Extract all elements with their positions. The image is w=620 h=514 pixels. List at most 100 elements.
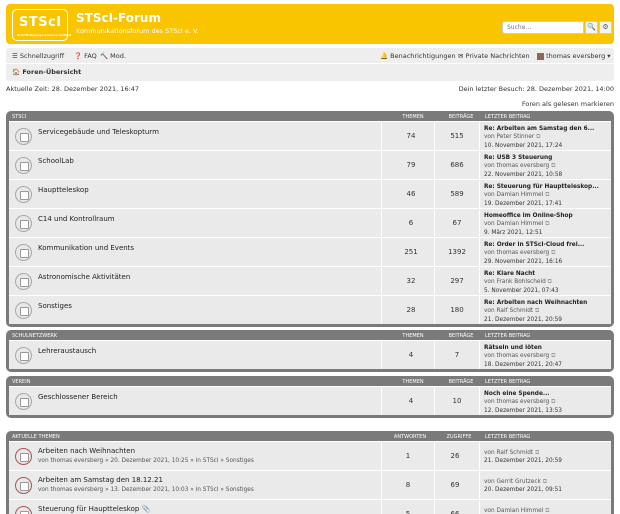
last-post-author[interactable]: von Damian Himmel bbox=[484, 508, 543, 514]
forum-title[interactable]: Kommunikation und Events bbox=[38, 244, 134, 252]
forum-row: C14 und Kontrollraum 6 67 Homeoffice im Onl… bbox=[9, 208, 611, 237]
category-title[interactable]: STSCI bbox=[12, 114, 26, 120]
site-logo[interactable]: STScI Schrift-Tagungs-Science-Institut bbox=[12, 9, 71, 41]
last-post-title[interactable]: Re: Klare Nacht bbox=[484, 270, 559, 278]
faq-link[interactable]: ❓ FAQ bbox=[74, 52, 97, 60]
count-2: 297 bbox=[450, 277, 464, 285]
username: thomas eversberg bbox=[546, 52, 606, 60]
count-2: 1392 bbox=[448, 248, 466, 256]
view-post-icon[interactable]: ⧉ bbox=[551, 399, 555, 405]
count-2: 10 bbox=[452, 397, 462, 405]
count-2: 515 bbox=[450, 132, 464, 140]
last-post: Re: USB 3 Steuerung von thomas eversberg … bbox=[484, 154, 562, 179]
count-2: 180 bbox=[450, 306, 464, 314]
view-post-icon[interactable]: ⧉ bbox=[545, 508, 549, 514]
last-post-author[interactable]: von Ralf Schmidt bbox=[484, 308, 533, 314]
view-post-icon[interactable]: ⧉ bbox=[551, 163, 555, 169]
category-title[interactable]: VEREIN bbox=[12, 379, 30, 385]
view-post-icon[interactable]: ⧉ bbox=[543, 479, 547, 485]
count-1: 28 bbox=[406, 306, 416, 314]
category-title[interactable]: AKTUELLE THEMEN bbox=[12, 434, 60, 440]
topic-title[interactable]: Arbeiten am Samstag den 18.12.21 bbox=[38, 476, 163, 484]
count-2: 7 bbox=[454, 351, 460, 359]
quicklinks-label: Schnellzugriff bbox=[19, 52, 65, 60]
col-header-3: LETZTER BEITRAG bbox=[485, 433, 531, 440]
mark-forums-read-link[interactable]: Foren als gelesen markieren bbox=[522, 100, 614, 108]
messages-link[interactable]: ✉ Private Nachrichten bbox=[458, 52, 530, 60]
last-post-author[interactable]: von thomas eversberg bbox=[484, 163, 549, 169]
forum-title[interactable]: Servicegebäude und Teleskopturm bbox=[38, 128, 159, 136]
forum-row: Kommunikation und Events 251 1392 Re: Order… bbox=[9, 237, 611, 266]
logo-text: STScI bbox=[19, 15, 62, 30]
forum-row: Sonstiges 28 180 Re: Arbeiten nach Weihnach… bbox=[9, 295, 611, 324]
forum-title[interactable]: Geschlossener Bereich bbox=[38, 393, 118, 401]
avatar bbox=[537, 52, 544, 60]
last-post-author[interactable]: von Frank Bohlscheid bbox=[484, 279, 546, 285]
forum-title[interactable]: SchoolLab bbox=[38, 157, 74, 165]
nav-top-row: ☰ Schnellzugriff ❓ FAQ 🔨 Mod. 🔔 Benachri… bbox=[6, 48, 614, 64]
category-block: AKTUELLE THEMEN ANTWORTEN ZUGRIFFE LETZTER … bbox=[6, 431, 614, 514]
forum-title[interactable]: C14 und Kontrollraum bbox=[38, 215, 115, 223]
col-header-3: LETZTER BEITRAG bbox=[485, 113, 531, 120]
navbar: ☰ Schnellzugriff ❓ FAQ 🔨 Mod. 🔔 Benachri… bbox=[6, 48, 614, 81]
forum-title[interactable]: Astronomische Aktivitäten bbox=[38, 273, 130, 281]
last-post-author[interactable]: von Damian Himmel bbox=[484, 192, 543, 198]
count-2: 26 bbox=[450, 452, 460, 460]
category-block: SCHULNETZWERK THEMEN BEITRÄGE LETZTER BEITR… bbox=[6, 330, 614, 372]
forum-title[interactable]: Lehreraustausch bbox=[38, 347, 96, 355]
last-post-author[interactable]: von Gerrit Grutzeck bbox=[484, 479, 541, 485]
forum-title[interactable]: Sonstiges bbox=[38, 302, 72, 310]
last-post-title[interactable]: Re: Order in STScI-Cloud frei... bbox=[484, 241, 584, 249]
view-post-icon[interactable]: ⧉ bbox=[535, 450, 539, 456]
last-post-author[interactable]: von Damian Himmel bbox=[484, 221, 543, 227]
view-post-icon[interactable]: ⧉ bbox=[535, 308, 539, 314]
forum-status-icon bbox=[15, 244, 32, 261]
mod-link[interactable]: 🔨 Mod. bbox=[100, 52, 126, 60]
last-post: Rätseln und löten von thomas eversberg ⧉ 1… bbox=[484, 344, 562, 369]
search-button[interactable]: 🔍 bbox=[585, 21, 598, 34]
forum-row: Hauptteleskop 46 589 Re: Steuerung für Haup… bbox=[9, 179, 611, 208]
site-title[interactable]: STScI-Forum bbox=[76, 11, 161, 25]
search-input[interactable] bbox=[502, 21, 584, 34]
view-post-icon[interactable]: ⧉ bbox=[551, 250, 555, 256]
breadcrumb[interactable]: 🏠 Foren-Übersicht bbox=[12, 68, 81, 76]
last-post-author[interactable]: von thomas eversberg bbox=[484, 250, 549, 256]
last-post-date: 29. November 2021, 16:16 bbox=[484, 258, 563, 265]
forum-row: SchoolLab 79 686 Re: USB 3 Steuerung von tho… bbox=[9, 150, 611, 179]
breadcrumb-index: Foren-Übersicht bbox=[22, 68, 82, 76]
topic-title[interactable]: Steuerung für Hauptteleskop 📎 bbox=[38, 505, 150, 513]
view-post-icon[interactable]: ⧉ bbox=[545, 192, 549, 198]
view-post-icon[interactable]: ⧉ bbox=[551, 353, 555, 359]
advanced-search-button[interactable]: ⚙ bbox=[599, 21, 612, 34]
last-post: Re: Klare Nacht von Frank Bohlscheid ⧉ 5. … bbox=[484, 270, 559, 295]
quicklinks-link[interactable]: ☰ Schnellzugriff bbox=[12, 52, 64, 60]
last-post-title[interactable]: Rätseln und löten bbox=[484, 344, 562, 352]
view-post-icon[interactable]: ⧉ bbox=[536, 134, 540, 140]
last-post-author[interactable]: von Ralf Schmidt bbox=[484, 450, 533, 456]
last-post-author[interactable]: von thomas eversberg bbox=[484, 399, 549, 405]
current-time: Aktuelle Zeit: 28. Dezember 2021, 16:47 bbox=[6, 85, 140, 93]
last-post-title[interactable]: Homeoffice im Online-Shop bbox=[484, 212, 573, 220]
last-post-title[interactable]: Re: Arbeiten am Samstag den 6... bbox=[484, 125, 594, 133]
last-post-author[interactable]: von thomas eversberg bbox=[484, 353, 549, 359]
view-post-icon[interactable]: ⧉ bbox=[548, 279, 552, 285]
count-1: 74 bbox=[406, 132, 416, 140]
notifications-label: Benachrichtigungen bbox=[390, 52, 456, 60]
last-post-title[interactable]: Re: USB 3 Steuerung bbox=[484, 154, 562, 162]
site-description: Kommunikationsforum des STScI e. V. bbox=[76, 27, 199, 35]
last-post-author[interactable]: von Peter Stinner bbox=[484, 134, 534, 140]
count-1: 4 bbox=[408, 397, 414, 405]
last-post: Homeoffice im Online-Shop von Damian Himm… bbox=[484, 212, 573, 237]
view-post-icon[interactable]: ⧉ bbox=[545, 221, 549, 227]
last-post-title[interactable]: Noch eine Spende... bbox=[484, 390, 562, 398]
last-post-title[interactable]: Re: Arbeiten nach Weihnachten bbox=[484, 299, 587, 307]
last-post-title[interactable]: Re: Steuerung für Hauptteleskop... bbox=[484, 183, 599, 191]
forum-status-icon bbox=[15, 477, 32, 494]
category-title[interactable]: SCHULNETZWERK bbox=[12, 333, 57, 339]
topic-title[interactable]: Arbeiten nach Weihnachten bbox=[38, 447, 135, 455]
user-menu[interactable]: thomas eversberg ▾ bbox=[537, 52, 611, 60]
topic-row: Arbeiten nach Weihnachten von thomas ever… bbox=[9, 441, 611, 470]
notifications-link[interactable]: 🔔 Benachrichtigungen bbox=[380, 52, 456, 60]
forum-title[interactable]: Hauptteleskop bbox=[38, 186, 89, 194]
col-header-2: BEITRÄGE bbox=[448, 378, 474, 385]
